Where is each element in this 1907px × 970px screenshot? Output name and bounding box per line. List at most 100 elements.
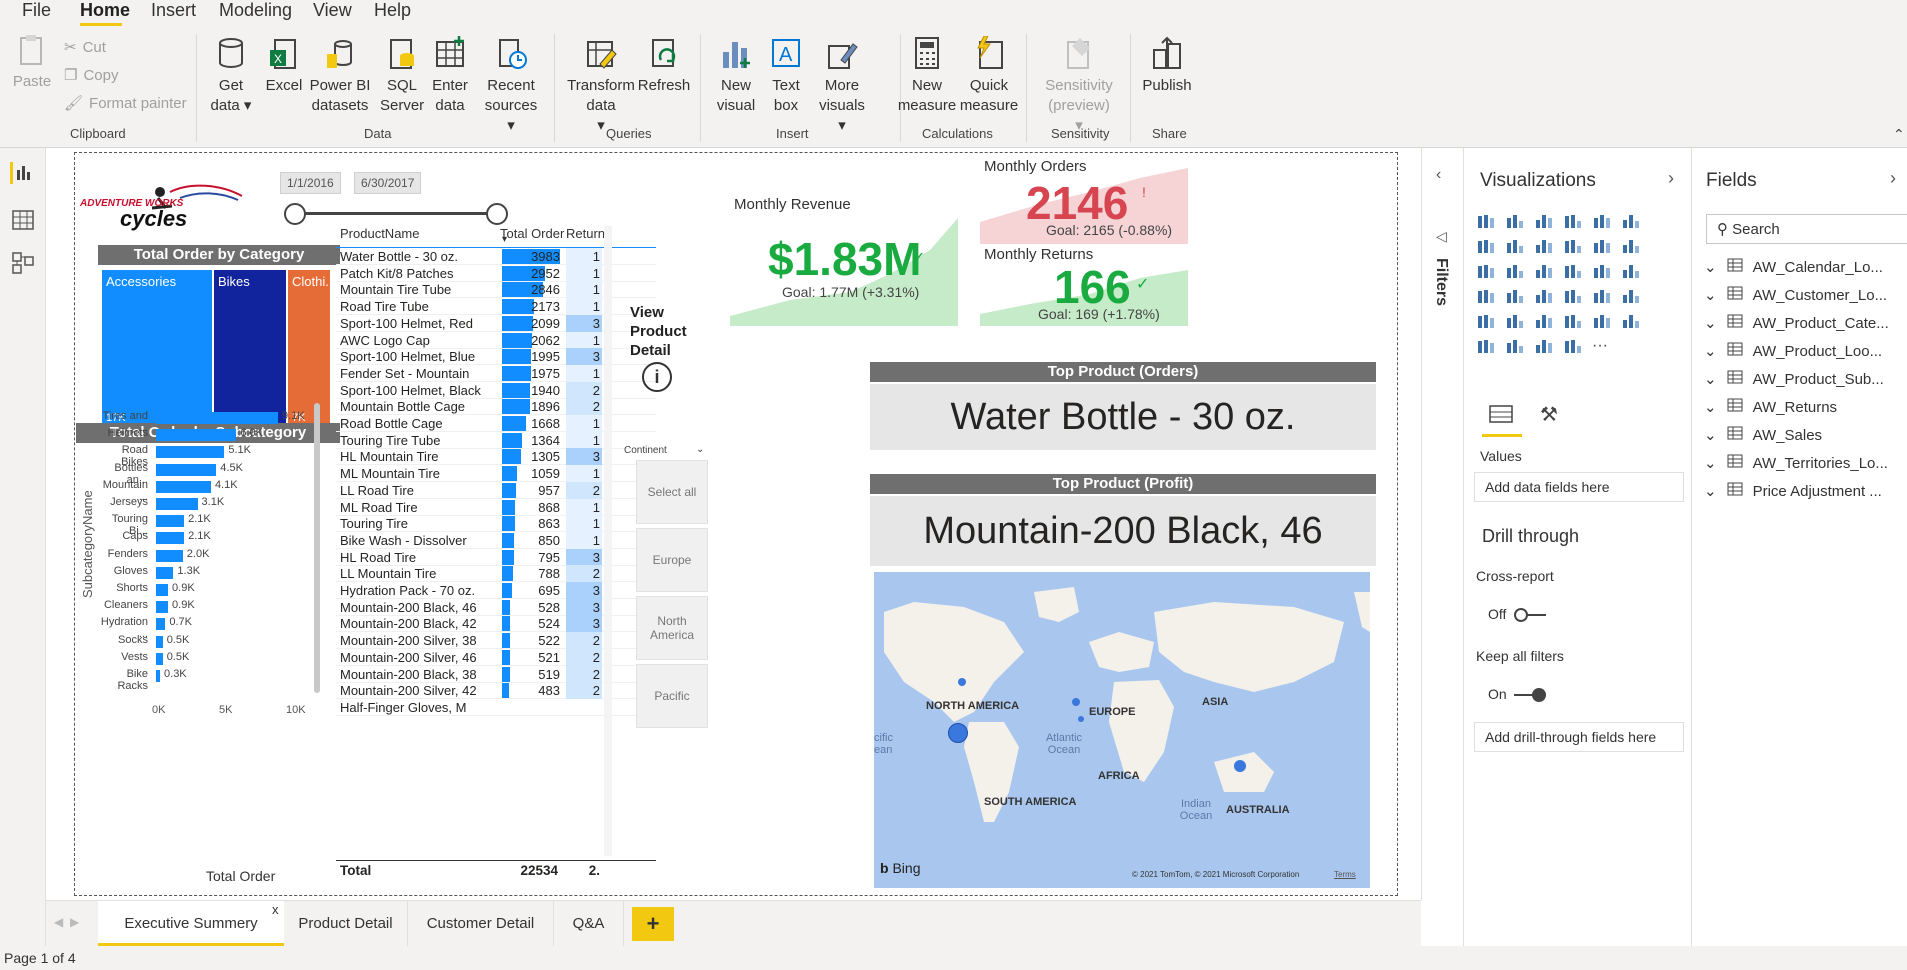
viz-funnel-icon[interactable] [1505, 262, 1529, 284]
new-visual-button[interactable]: New visual [712, 36, 760, 116]
viz-line-column-icon[interactable] [1563, 237, 1587, 259]
viz-scatter-icon[interactable] [1534, 262, 1558, 284]
fields-well-tab-icon[interactable] [1488, 404, 1518, 430]
slicer-item[interactable]: Select all [636, 460, 708, 524]
cut-button[interactable]: ✂ Cut [64, 38, 106, 57]
chevron-down-icon[interactable]: ⌄ [696, 444, 704, 455]
get-data-button[interactable]: Get data ▾ [206, 36, 256, 116]
subcategory-bar[interactable] [156, 446, 225, 459]
chevron-left-icon[interactable]: ‹ [1436, 166, 1441, 184]
refresh-button[interactable]: Refresh [636, 36, 692, 96]
slicer-item[interactable]: Pacific [636, 664, 708, 728]
subcategory-bar[interactable] [156, 670, 161, 682]
viz-map-icon[interactable] [1476, 287, 1500, 309]
next-page-icon[interactable]: ▶ [70, 915, 79, 929]
treemap-tile-0[interactable]: Accessories 17K [102, 270, 212, 428]
field-table-item[interactable]: ⌄ AW_Product_Loo... [1704, 342, 1882, 360]
new-measure-button[interactable]: New measure [896, 36, 958, 116]
viz-decomposition-tree-icon[interactable] [1476, 337, 1500, 359]
viz-paginated-icon[interactable] [1563, 337, 1587, 359]
report-view-icon[interactable] [10, 162, 34, 184]
pbi-datasets-button[interactable]: Power BI datasets [308, 36, 372, 116]
field-table-item[interactable]: ⌄ AW_Territories_Lo... [1704, 454, 1888, 472]
viz-stacked-bar-icon[interactable] [1476, 212, 1500, 234]
date-start-input[interactable]: 1/1/2016 [280, 172, 341, 194]
category-treemap[interactable]: Accessories17KBikes11KClothi...7K [102, 270, 340, 428]
chevron-right-icon[interactable]: › [1668, 168, 1674, 189]
column-header-total-order[interactable]: Total Order [500, 226, 564, 241]
viz-card-icon[interactable] [1563, 287, 1587, 309]
subcategory-bar[interactable] [156, 463, 217, 476]
viz-100-bar-icon[interactable] [1592, 212, 1616, 234]
viz-donut-chart-icon[interactable] [1592, 262, 1616, 284]
format-paint-roller-icon[interactable]: ⚒ [1540, 402, 1558, 427]
filters-label[interactable]: Filters [1432, 258, 1450, 306]
add-page-button[interactable]: + [632, 907, 674, 941]
slicer-item[interactable]: North America [636, 596, 708, 660]
close-icon[interactable]: x [272, 887, 279, 933]
date-slider-start-handle[interactable] [284, 203, 306, 225]
menu-home[interactable]: Home [80, 0, 130, 21]
subcategory-bar[interactable] [156, 584, 169, 596]
subcategory-bar[interactable] [156, 429, 237, 442]
more-visuals-button[interactable]: More visuals ▾ [812, 36, 872, 136]
monthly-returns-kpi[interactable]: Monthly Returns 166 ✓ Goal: 169 (+1.78%) [980, 244, 1200, 326]
product-table[interactable]: ProductName Total Order ▾ Return Water B… [336, 224, 656, 884]
date-slider-end-handle[interactable] [486, 203, 508, 225]
slicer-item[interactable]: Europe [636, 528, 708, 592]
viz-multirow-card-icon[interactable] [1592, 287, 1616, 309]
subcategory-bar[interactable] [156, 515, 185, 528]
subcategory-scrollbar[interactable] [314, 403, 320, 693]
map-bubble-europe-1[interactable] [1072, 698, 1080, 706]
menu-help[interactable]: Help [374, 0, 411, 21]
text-box-button[interactable]: A Text box [764, 36, 808, 116]
tab-customer-detail[interactable]: Customer Detail [408, 901, 554, 947]
info-icon[interactable]: i [642, 362, 672, 392]
viz-kpi-icon[interactable] [1621, 287, 1645, 309]
monthly-revenue-kpi[interactable]: Monthly Revenue $1.83M ✓ Goal: 1.77M (+3… [730, 188, 984, 326]
field-table-item[interactable]: ⌄ AW_Returns [1704, 398, 1837, 416]
treemap-tile-1[interactable]: Bikes11K [214, 270, 286, 428]
collapse-ribbon-icon[interactable]: ⌃ [1893, 126, 1905, 143]
map-terms-link[interactable]: Terms [1334, 870, 1356, 879]
viz-stacked-area-icon[interactable] [1534, 237, 1558, 259]
sql-server-button[interactable]: SQL Server [380, 36, 424, 116]
subcategory-bar[interactable] [156, 566, 174, 579]
menu-view[interactable]: View [313, 0, 352, 21]
subcategory-bar[interactable] [156, 498, 198, 510]
viz-pie-chart-icon[interactable] [1563, 262, 1587, 284]
continent-map[interactable]: NORTH AMERICA EUROPE ASIA AFRICA SOUTH A… [874, 572, 1370, 888]
chevron-right-icon[interactable]: › [1890, 168, 1896, 189]
keep-filters-toggle[interactable] [1514, 688, 1546, 702]
paste-button[interactable]: Paste [8, 32, 56, 92]
tab-product-detail[interactable]: Product Detail [284, 901, 408, 947]
viz-qa-icon[interactable] [1505, 337, 1529, 359]
subcategory-bar[interactable] [156, 480, 211, 493]
field-table-item[interactable]: ⌄ Price Adjustment ... [1704, 482, 1882, 500]
subcategory-bar[interactable] [156, 532, 185, 545]
viz-gauge-icon[interactable] [1534, 287, 1558, 309]
viz-slicer-icon[interactable] [1476, 312, 1500, 334]
column-header-productname[interactable]: ProductName [340, 226, 419, 241]
data-view-icon[interactable] [12, 210, 34, 235]
sensitivity-button[interactable]: Sensitivity (preview) ▾ [1036, 36, 1122, 136]
subcategory-bar[interactable] [156, 412, 278, 424]
field-table-item[interactable]: ⌄ AW_Sales [1704, 426, 1822, 444]
copy-button[interactable]: ❐ Copy [64, 66, 118, 85]
viz-clustered-column-icon[interactable] [1563, 212, 1587, 234]
subcategory-bar[interactable] [156, 618, 166, 631]
viz-key-influencers-icon[interactable] [1621, 312, 1645, 334]
prev-page-icon[interactable]: ◀ [54, 915, 63, 929]
map-bubble-canada[interactable] [958, 678, 966, 686]
add-drill-through-dropzone[interactable]: Add drill-through fields here [1474, 722, 1684, 752]
viz-matrix-icon[interactable] [1534, 312, 1558, 334]
subcategory-bar[interactable] [156, 635, 163, 648]
tab-qa[interactable]: Q&A [554, 901, 624, 947]
model-view-icon[interactable] [12, 252, 34, 279]
view-product-detail-text[interactable]: View Product Detail [630, 303, 700, 360]
field-table-item[interactable]: ⌄ AW_Calendar_Lo... [1704, 258, 1883, 276]
table-vertical-scrollbar[interactable] [604, 226, 612, 856]
field-table-item[interactable]: ⌄ AW_Product_Sub... [1704, 370, 1884, 388]
viz-filled-map-icon[interactable] [1505, 287, 1529, 309]
add-data-fields-dropzone[interactable]: Add data fields here [1474, 472, 1684, 502]
